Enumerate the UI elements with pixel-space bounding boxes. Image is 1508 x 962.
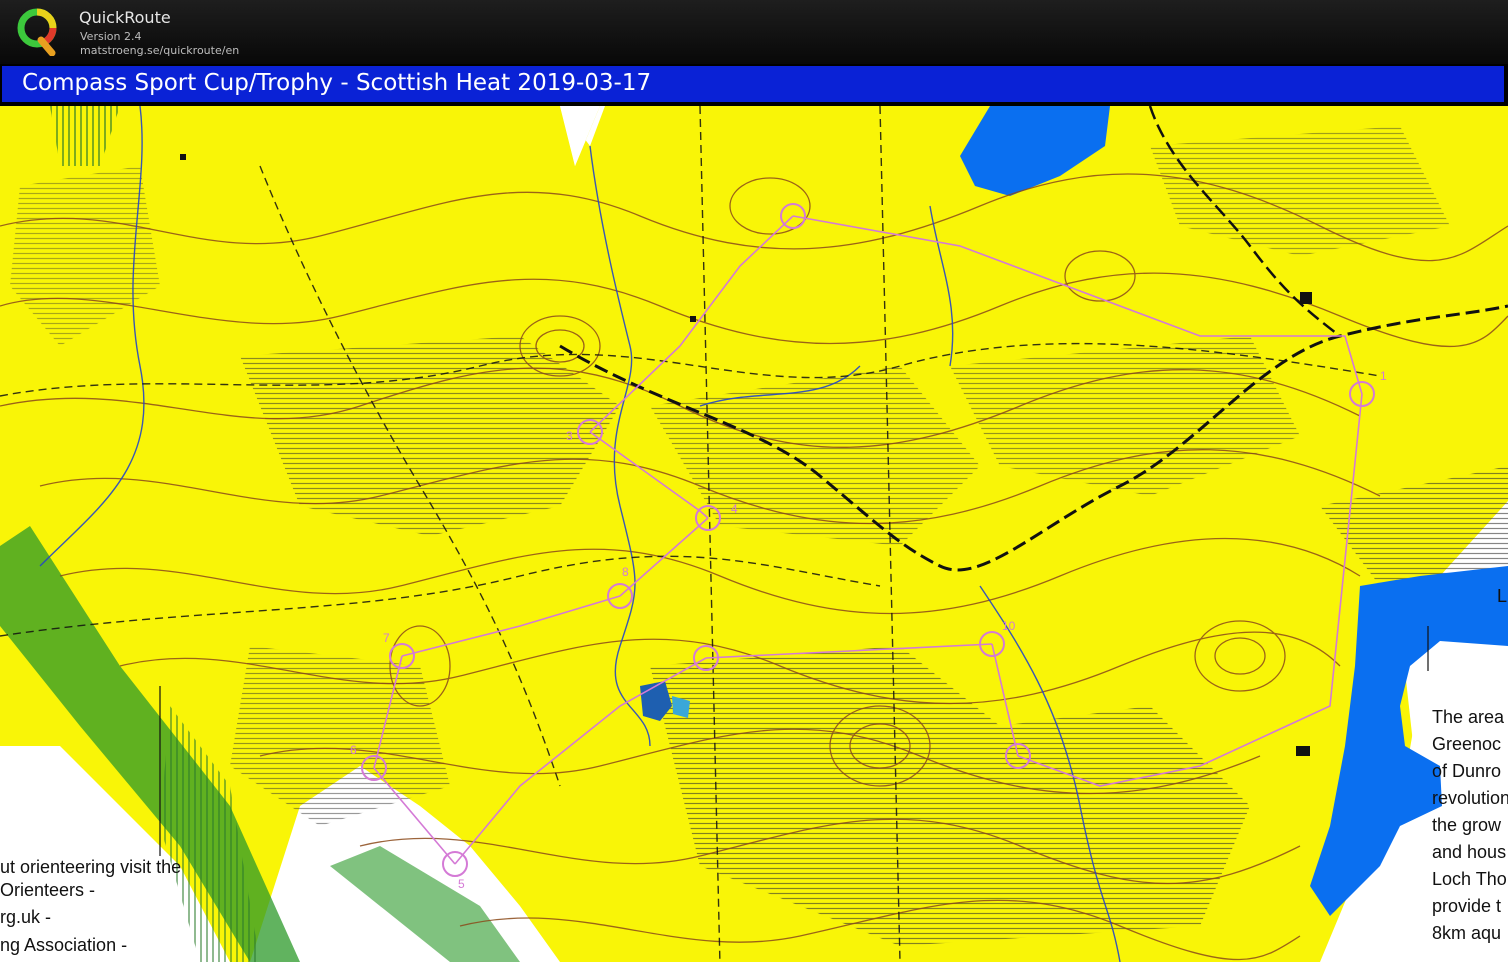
map-canvas[interactable]: 1 3 4 8 7 6 5 10: [0, 106, 1508, 962]
control-label-1: 1: [1380, 369, 1387, 383]
control-label-4: 4: [731, 502, 738, 516]
control-label-6: 6: [350, 743, 357, 757]
info-text-left-1: ut orienteering visit the: [0, 857, 182, 877]
info-text-right-8: provide t: [1432, 896, 1502, 916]
info-text-right-4: revolution: [1432, 788, 1508, 808]
info-text-left-2: Orienteers -: [0, 880, 96, 900]
info-text-right-2: Greenoc: [1432, 734, 1502, 754]
control-label-7: 7: [383, 631, 390, 645]
app-name: QuickRoute: [79, 8, 171, 27]
app-version: Version 2.4: [80, 30, 142, 43]
info-text-right-7: Loch Tho: [1432, 869, 1507, 889]
info-text-right-3: of Dunro: [1432, 761, 1502, 781]
control-label-5: 5: [458, 877, 465, 891]
info-text-left-3: rg.uk -: [0, 907, 52, 927]
control-label-8: 8: [622, 565, 629, 579]
info-letter-right: L: [1497, 586, 1508, 606]
info-text-right-1: The area: [1432, 707, 1505, 727]
quickroute-logo-icon: [17, 8, 57, 56]
app-header: QuickRoute Version 2.4 matstroeng.se/qui…: [0, 0, 1508, 64]
control-label-3: 3: [566, 429, 573, 443]
orienteering-map[interactable]: 1 3 4 8 7 6 5 10 ut orienteering visit t…: [0, 106, 1508, 962]
map-title-bar: Compass Sport Cup/Trophy - Scottish Heat…: [2, 66, 1504, 102]
map-title: Compass Sport Cup/Trophy - Scottish Heat…: [22, 70, 652, 96]
info-text-right-9: 8km aqu: [1432, 923, 1502, 943]
app-url[interactable]: matstroeng.se/quickroute/en: [80, 44, 239, 57]
info-text-right-6: and hous: [1432, 842, 1507, 862]
info-text-left-4: ng Association -: [0, 935, 128, 955]
control-label-10: 10: [1002, 619, 1016, 633]
info-text-right-5: the grow: [1432, 815, 1502, 835]
